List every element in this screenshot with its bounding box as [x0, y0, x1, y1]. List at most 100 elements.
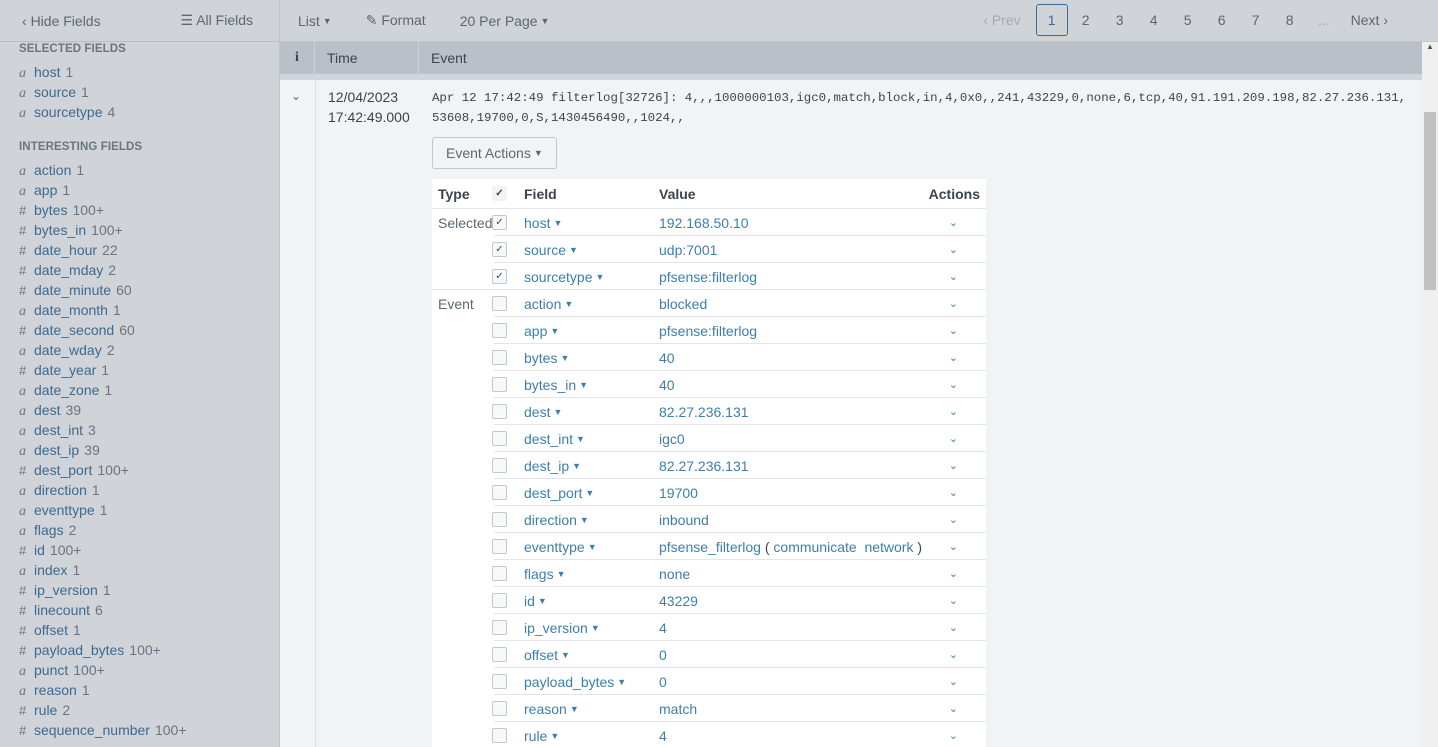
- field-name-dropdown[interactable]: flags ▼: [520, 566, 659, 582]
- sidebar-field-dest-port[interactable]: # dest_port 100+: [19, 460, 260, 480]
- field-actions-chevron-icon[interactable]: ⌄: [919, 459, 986, 472]
- sidebar-field-linecount[interactable]: # linecount 6: [19, 600, 260, 620]
- sidebar-field-date-year[interactable]: # date_year 1: [19, 360, 260, 380]
- field-value[interactable]: 4: [659, 728, 919, 744]
- field-actions-chevron-icon[interactable]: ⌄: [919, 324, 986, 337]
- field-value[interactable]: pfsense_filterlog ( communicate network …: [659, 539, 922, 555]
- field-actions-chevron-icon[interactable]: ⌄: [919, 567, 986, 580]
- field-name-dropdown[interactable]: app ▼: [520, 323, 659, 339]
- field-select-checkbox[interactable]: [492, 431, 507, 446]
- sidebar-field-reason[interactable]: a reason 1: [19, 680, 260, 700]
- field-actions-chevron-icon[interactable]: ⌄: [919, 297, 986, 310]
- scrollbar-thumb[interactable]: [1424, 112, 1436, 290]
- field-name-dropdown[interactable]: payload_bytes ▼: [520, 674, 659, 690]
- sidebar-field-bytes[interactable]: # bytes 100+: [19, 200, 260, 220]
- sidebar-field-eventtype[interactable]: a eventtype 1: [19, 500, 260, 520]
- sidebar-field-date-month[interactable]: a date_month 1: [19, 300, 260, 320]
- sidebar-field-dest[interactable]: a dest 39: [19, 400, 260, 420]
- field-name-dropdown[interactable]: ip_version ▼: [520, 620, 659, 636]
- sidebar-field-host[interactable]: a host 1: [19, 62, 260, 82]
- sidebar-field-payload-bytes[interactable]: # payload_bytes 100+: [19, 640, 260, 660]
- field-actions-chevron-icon[interactable]: ⌄: [919, 216, 986, 229]
- field-select-checkbox[interactable]: ✓: [492, 269, 507, 284]
- field-select-checkbox[interactable]: [492, 674, 507, 689]
- field-actions-chevron-icon[interactable]: ⌄: [919, 729, 986, 742]
- sidebar-field-id[interactable]: # id 100+: [19, 540, 260, 560]
- hide-fields-button[interactable]: ‹ Hide Fields: [22, 13, 101, 29]
- field-name-dropdown[interactable]: dest ▼: [520, 404, 659, 420]
- field-select-checkbox[interactable]: [492, 323, 507, 338]
- all-fields-button[interactable]: ☰ All Fields: [181, 12, 253, 29]
- field-actions-chevron-icon[interactable]: ⌄: [919, 351, 986, 364]
- page-7-button[interactable]: 7: [1239, 12, 1273, 28]
- field-actions-chevron-icon[interactable]: ⌄: [919, 432, 986, 445]
- sidebar-field-bytes-in[interactable]: # bytes_in 100+: [19, 220, 260, 240]
- field-value[interactable]: 192.168.50.10: [659, 215, 919, 231]
- page-4-button[interactable]: 4: [1137, 12, 1171, 28]
- sidebar-field-rule[interactable]: # rule 2: [19, 700, 260, 720]
- field-value[interactable]: match: [659, 701, 919, 717]
- sidebar-field-source[interactable]: a source 1: [19, 82, 260, 102]
- field-select-checkbox[interactable]: ✓: [492, 215, 507, 230]
- field-value[interactable]: pfsense:filterlog: [659, 269, 919, 285]
- scroll-up-icon[interactable]: ▲: [1426, 42, 1434, 51]
- select-all-checkbox[interactable]: ✓: [492, 186, 507, 201]
- sidebar-field-app[interactable]: a app 1: [19, 180, 260, 200]
- eventtype-tags[interactable]: communicate network: [773, 539, 913, 555]
- field-name-dropdown[interactable]: id ▼: [520, 593, 659, 609]
- page-3-button[interactable]: 3: [1103, 12, 1137, 28]
- sidebar-field-ip-version[interactable]: # ip_version 1: [19, 580, 260, 600]
- sidebar-field-date-wday[interactable]: a date_wday 2: [19, 340, 260, 360]
- field-value[interactable]: igc0: [659, 431, 919, 447]
- sidebar-field-sequence-number[interactable]: # sequence_number 100+: [19, 720, 260, 740]
- field-actions-chevron-icon[interactable]: ⌄: [919, 486, 986, 499]
- field-value[interactable]: 82.27.236.131: [659, 458, 919, 474]
- page-8-button[interactable]: 8: [1273, 12, 1307, 28]
- sidebar-field-dest-int[interactable]: a dest_int 3: [19, 420, 260, 440]
- field-name-dropdown[interactable]: offset ▼: [520, 647, 659, 663]
- field-actions-chevron-icon[interactable]: ⌄: [919, 702, 986, 715]
- field-select-checkbox[interactable]: [492, 458, 507, 473]
- page-6-button[interactable]: 6: [1205, 12, 1239, 28]
- field-name-dropdown[interactable]: dest_int ▼: [520, 431, 659, 447]
- field-select-checkbox[interactable]: [492, 350, 507, 365]
- field-name-dropdown[interactable]: rule ▼: [520, 728, 659, 744]
- prev-page-button[interactable]: ‹ Prev: [983, 12, 1020, 28]
- field-select-checkbox[interactable]: [492, 701, 507, 716]
- event-actions-button[interactable]: Event Actions ▼: [432, 137, 557, 169]
- field-value[interactable]: udp:7001: [659, 242, 919, 258]
- sidebar-field-flags[interactable]: a flags 2: [19, 520, 260, 540]
- field-select-checkbox[interactable]: ✓: [492, 242, 507, 257]
- field-value[interactable]: none: [659, 566, 919, 582]
- format-button[interactable]: ✎ Format: [366, 12, 426, 29]
- field-value[interactable]: blocked: [659, 296, 919, 312]
- field-name-dropdown[interactable]: eventtype ▼: [520, 539, 659, 555]
- field-actions-chevron-icon[interactable]: ⌄: [919, 405, 986, 418]
- vertical-scrollbar[interactable]: ▲: [1422, 42, 1438, 747]
- sidebar-field-date-minute[interactable]: # date_minute 60: [19, 280, 260, 300]
- field-name-dropdown[interactable]: reason ▼: [520, 701, 659, 717]
- field-actions-chevron-icon[interactable]: ⌄: [919, 621, 986, 634]
- sidebar-field-index[interactable]: a index 1: [19, 560, 260, 580]
- field-actions-chevron-icon[interactable]: ⌄: [919, 378, 986, 391]
- field-name-dropdown[interactable]: bytes_in ▼: [520, 377, 659, 393]
- field-actions-chevron-icon[interactable]: ⌄: [919, 270, 986, 283]
- field-name-dropdown[interactable]: source ▼: [520, 242, 659, 258]
- field-name-dropdown[interactable]: bytes ▼: [520, 350, 659, 366]
- field-select-checkbox[interactable]: [492, 485, 507, 500]
- field-select-checkbox[interactable]: [492, 566, 507, 581]
- field-select-checkbox[interactable]: [492, 296, 507, 311]
- field-select-checkbox[interactable]: [492, 404, 507, 419]
- field-value[interactable]: 0: [659, 674, 919, 690]
- field-name-dropdown[interactable]: sourcetype ▼: [520, 269, 659, 285]
- field-select-checkbox[interactable]: [492, 620, 507, 635]
- sidebar-field-direction[interactable]: a direction 1: [19, 480, 260, 500]
- next-page-button[interactable]: Next ›: [1351, 12, 1388, 28]
- field-name-dropdown[interactable]: action ▼: [520, 296, 659, 312]
- field-select-checkbox[interactable]: [492, 593, 507, 608]
- list-view-dropdown[interactable]: List ▼: [298, 13, 332, 29]
- field-select-checkbox[interactable]: [492, 377, 507, 392]
- sidebar-field-punct[interactable]: a punct 100+: [19, 660, 260, 680]
- field-value[interactable]: pfsense:filterlog: [659, 323, 919, 339]
- field-actions-chevron-icon[interactable]: ⌄: [919, 675, 986, 688]
